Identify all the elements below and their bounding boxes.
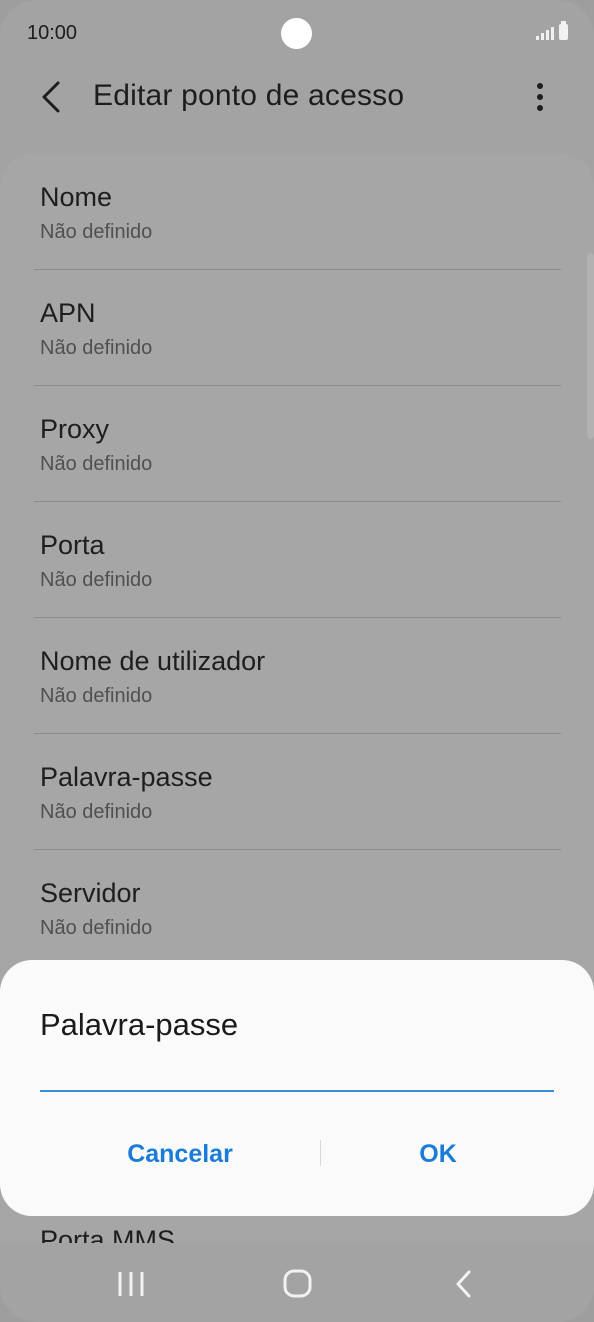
setting-title: Nome de utilizador (40, 646, 266, 676)
setting-item-nome-de-utilizador[interactable]: Nome de utilizador Não definido (0, 617, 594, 732)
setting-title: Servidor (40, 878, 141, 908)
button-separator (320, 1140, 321, 1166)
more-options-icon[interactable] (527, 78, 553, 116)
setting-value: Não definido (40, 801, 153, 823)
ok-button[interactable]: OK (322, 1126, 554, 1182)
setting-item-apn[interactable]: APN Não definido (0, 269, 594, 384)
setting-value: Não definido (40, 221, 153, 243)
setting-item-servidor[interactable]: Servidor Não definido (0, 849, 594, 964)
setting-value: Não definido (40, 917, 153, 939)
setting-title: Palavra-passe (40, 762, 213, 792)
status-time: 10:00 (27, 22, 78, 44)
setting-value: Não definido (40, 337, 153, 359)
recents-icon[interactable] (91, 1244, 171, 1322)
phone-screen: 10:00 Editar ponto de acesso Nome Não de… (0, 0, 594, 1322)
scrollbar[interactable] (587, 253, 594, 439)
camera-cutout (281, 18, 312, 49)
setting-title: Nome (40, 182, 113, 212)
setting-value: Não definido (40, 685, 153, 707)
setting-item-porta-mms[interactable]: Porta MMS (40, 1225, 175, 1243)
home-icon[interactable] (257, 1244, 337, 1322)
password-dialog: Palavra-passe Cancelar OK (0, 960, 594, 1216)
setting-value: Não definido (40, 569, 153, 591)
dialog-title: Palavra-passe (40, 1007, 239, 1042)
setting-title: APN (40, 298, 96, 328)
status-icons (536, 21, 568, 40)
setting-item-palavra-passe[interactable]: Palavra-passe Não definido (0, 733, 594, 848)
signal-icon (536, 24, 554, 40)
setting-value: Não definido (40, 453, 153, 475)
page-title: Editar ponto de acesso (93, 79, 405, 112)
setting-title: Proxy (40, 414, 110, 444)
setting-title: Porta (40, 530, 105, 560)
nav-back-icon[interactable] (423, 1244, 503, 1322)
app-header: Editar ponto de acesso (0, 62, 594, 132)
setting-item-proxy[interactable]: Proxy Não definido (0, 385, 594, 500)
cancel-button[interactable]: Cancelar (40, 1126, 320, 1182)
setting-item-nome[interactable]: Nome Não definido (0, 153, 594, 268)
battery-icon (559, 21, 568, 40)
password-input[interactable] (40, 1060, 554, 1092)
back-arrow-icon[interactable] (38, 79, 68, 115)
navigation-bar (0, 1244, 594, 1322)
setting-item-porta[interactable]: Porta Não definido (0, 501, 594, 616)
